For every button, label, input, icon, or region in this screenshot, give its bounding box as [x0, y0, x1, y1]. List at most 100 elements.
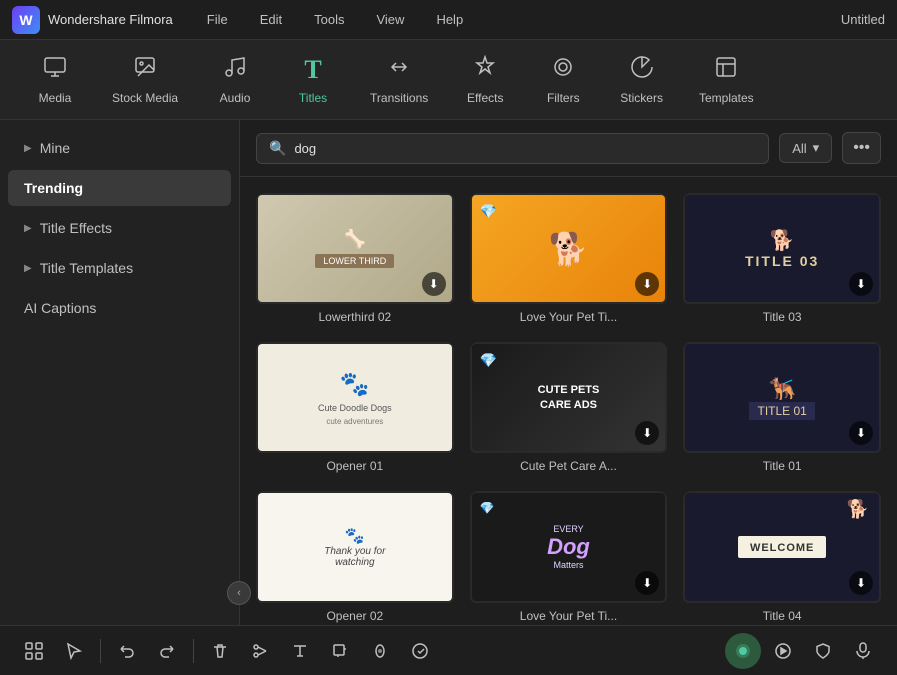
list-item[interactable]: 🐕 TITLE 03 ⬇ Title 03: [683, 193, 881, 326]
more-options-button[interactable]: •••: [842, 132, 881, 164]
toolbar-transitions[interactable]: Transitions: [356, 47, 442, 113]
list-item[interactable]: 🐕 WELCOME ⬇ Title 04: [683, 491, 881, 624]
thumbnail: 🐾 Thank you forwatching: [256, 491, 454, 602]
search-bar: 🔍 All ▾ •••: [240, 120, 897, 177]
toolbar-stock-media[interactable]: Stock Media: [98, 47, 192, 113]
list-item[interactable]: 🐕‍🦺 TITLE 01 ⬇ Title 01: [683, 342, 881, 475]
grid-container: 🦴 LOWER THIRD ⬇ Lowerthird 02 💎 🐕: [240, 177, 897, 625]
download-icon[interactable]: ⬇: [422, 272, 446, 296]
sidebar: ▶ Mine Trending ▶ Title Effects ▶ Title …: [0, 120, 240, 625]
toolbar-stickers[interactable]: Stickers: [606, 47, 677, 113]
project-title: Untitled: [841, 12, 885, 27]
menu-view[interactable]: View: [370, 8, 410, 31]
toolbar-audio[interactable]: Audio: [200, 47, 270, 113]
bottom-right-controls: [725, 633, 881, 669]
redo-button[interactable]: [149, 633, 185, 669]
stickers-icon: [630, 55, 654, 85]
toolbar-templates[interactable]: Templates: [685, 47, 768, 113]
sidebar-ai-captions-label: AI Captions: [24, 300, 96, 316]
toolbar-titles[interactable]: T Titles: [278, 47, 348, 113]
search-wrapper: 🔍: [256, 133, 769, 164]
app-logo-icon: W: [12, 6, 40, 34]
sidebar-item-trending[interactable]: Trending: [8, 170, 231, 206]
media-label: Media: [39, 91, 72, 105]
thumb-opener01: 🐾 Cute Doodle Dogs cute adventures: [258, 344, 452, 451]
item-label: Title 01: [683, 453, 881, 475]
content-area: 🔍 All ▾ ••• 🦴 LOWER THIRD: [240, 120, 897, 625]
grid-view-button[interactable]: [16, 633, 52, 669]
item-label: Love Your Pet Ti...: [470, 603, 668, 625]
search-icon: 🔍: [269, 140, 286, 157]
item-label: Title 04: [683, 603, 881, 625]
templates-icon: [714, 55, 738, 85]
list-item[interactable]: 🦴 LOWER THIRD ⬇ Lowerthird 02: [256, 193, 454, 326]
sidebar-item-ai-captions[interactable]: AI Captions: [8, 290, 231, 326]
search-input[interactable]: [294, 141, 756, 156]
sidebar-mine-label: Mine: [40, 140, 70, 156]
mine-arrow-icon: ▶: [24, 143, 32, 154]
mic-button[interactable]: [845, 633, 881, 669]
cursor-tool-button[interactable]: [56, 633, 92, 669]
mask-button[interactable]: [362, 633, 398, 669]
item-label: Opener 01: [256, 453, 454, 475]
list-item[interactable]: 💎 🐕 ⬇ Love Your Pet Ti...: [470, 193, 668, 326]
toolbar-effects[interactable]: Effects: [450, 47, 520, 113]
list-item[interactable]: 🐾 Thank you forwatching Opener 02: [256, 491, 454, 624]
main-toolbar: Media Stock Media Audio T Titles: [0, 40, 897, 120]
sidebar-collapse-button[interactable]: ‹: [227, 581, 251, 605]
app-logo: W Wondershare Filmora: [12, 6, 173, 34]
menu-bar: W Wondershare Filmora File Edit Tools Vi…: [0, 0, 897, 40]
menu-help[interactable]: Help: [430, 8, 469, 31]
sidebar-item-mine[interactable]: ▶ Mine: [8, 130, 231, 166]
filters-label: Filters: [547, 91, 580, 105]
stickers-label: Stickers: [620, 91, 663, 105]
crop-button[interactable]: [322, 633, 358, 669]
play-button[interactable]: [765, 633, 801, 669]
stock-media-icon: [133, 55, 157, 85]
download-icon[interactable]: ⬇: [849, 571, 873, 595]
thumbnail: 🦴 LOWER THIRD ⬇: [256, 193, 454, 304]
scissors-button[interactable]: [242, 633, 278, 669]
menu-edit[interactable]: Edit: [254, 8, 288, 31]
toolbar-filters[interactable]: Filters: [528, 47, 598, 113]
effects-icon: [473, 55, 497, 85]
thumbnail: 💎 🐕 ⬇: [470, 193, 668, 304]
sidebar-item-title-effects[interactable]: ▶ Title Effects: [8, 210, 231, 246]
items-grid: 🦴 LOWER THIRD ⬇ Lowerthird 02 💎 🐕: [256, 193, 881, 625]
thumbnail: 💎 EVERY Dog Matters ⬇: [470, 491, 668, 602]
list-item[interactable]: 💎 EVERY Dog Matters ⬇ Love Your Pet Ti..…: [470, 491, 668, 624]
shield-button[interactable]: [805, 633, 841, 669]
audio-icon: [223, 55, 247, 85]
item-label: Cute Pet Care A...: [470, 453, 668, 475]
filter-label: All: [792, 141, 806, 156]
filters-icon: [551, 55, 575, 85]
more-tools-button[interactable]: [402, 633, 438, 669]
item-label: Title 03: [683, 304, 881, 326]
divider: [193, 639, 194, 663]
sidebar-title-templates-label: Title Templates: [40, 260, 133, 276]
filter-dropdown[interactable]: All ▾: [779, 133, 832, 163]
thumbnail: 💎 CUTE PETSCARE ADS ⬇: [470, 342, 668, 453]
record-button[interactable]: [725, 633, 761, 669]
audio-label: Audio: [220, 91, 251, 105]
sidebar-item-title-templates[interactable]: ▶ Title Templates: [8, 250, 231, 286]
undo-button[interactable]: [109, 633, 145, 669]
thumbnail: 🐕 TITLE 03 ⬇: [683, 193, 881, 304]
list-item[interactable]: 🐾 Cute Doodle Dogs cute adventures Opene…: [256, 342, 454, 475]
item-label: Lowerthird 02: [256, 304, 454, 326]
titles-label: Titles: [299, 91, 327, 105]
menu-file[interactable]: File: [201, 8, 234, 31]
main-content: ▶ Mine Trending ▶ Title Effects ▶ Title …: [0, 120, 897, 625]
delete-button[interactable]: [202, 633, 238, 669]
transitions-icon: [387, 55, 411, 85]
sidebar-trending-label: Trending: [24, 180, 83, 196]
list-item[interactable]: 💎 CUTE PETSCARE ADS ⬇ Cute Pet Care A...: [470, 342, 668, 475]
media-icon: [43, 55, 67, 85]
download-icon[interactable]: ⬇: [635, 571, 659, 595]
thumbnail: 🐾 Cute Doodle Dogs cute adventures: [256, 342, 454, 453]
text-button[interactable]: [282, 633, 318, 669]
download-icon[interactable]: ⬇: [849, 272, 873, 296]
chevron-down-icon: ▾: [813, 140, 820, 156]
toolbar-media[interactable]: Media: [20, 47, 90, 113]
menu-tools[interactable]: Tools: [308, 8, 350, 31]
